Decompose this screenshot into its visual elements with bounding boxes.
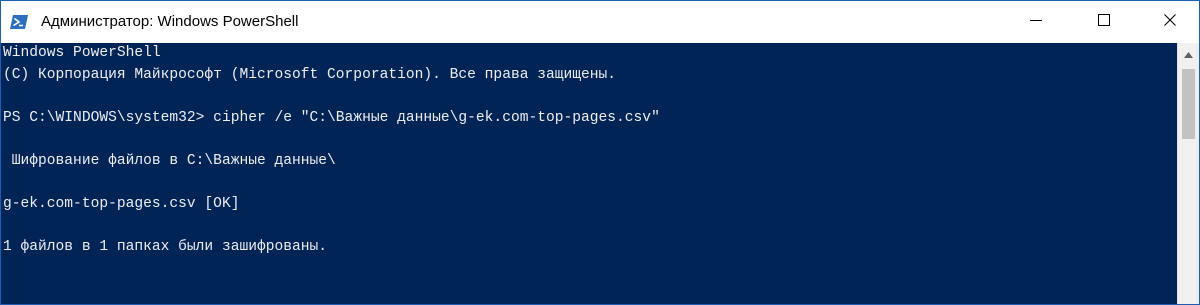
console-line: PS C:\WINDOWS\system32> cipher /e "C:\Ва… bbox=[3, 109, 660, 126]
console-output[interactable]: Windows PowerShell (C) Корпорация Майкро… bbox=[1, 43, 1177, 304]
scroll-up-button[interactable] bbox=[1178, 43, 1199, 65]
scrollbar-thumb[interactable] bbox=[1182, 69, 1195, 139]
minimize-icon bbox=[1030, 13, 1042, 31]
window-title: Администратор: Windows PowerShell bbox=[41, 13, 299, 30]
title-bar[interactable]: Администратор: Windows PowerShell bbox=[1, 1, 1199, 43]
scroll-up-arrow-icon bbox=[1184, 45, 1193, 63]
console-line: g-ek.com-top-pages.csv [OK] bbox=[3, 196, 240, 213]
minimize-button[interactable] bbox=[1013, 1, 1059, 43]
powershell-window: Администратор: Windows PowerShell Window… bbox=[0, 0, 1200, 305]
console-line: (C) Корпорация Майкрософт (Microsoft Cor… bbox=[3, 66, 617, 83]
powershell-icon[interactable] bbox=[9, 12, 29, 32]
close-button[interactable] bbox=[1147, 1, 1193, 43]
close-icon bbox=[1164, 13, 1176, 31]
vertical-scrollbar[interactable] bbox=[1177, 43, 1199, 304]
console-line: Шифрование файлов в C:\Важные данные\ bbox=[3, 152, 336, 169]
console-lines: Windows PowerShell (C) Корпорация Майкро… bbox=[1, 43, 1177, 259]
maximize-icon bbox=[1098, 13, 1110, 31]
maximize-button[interactable] bbox=[1081, 1, 1127, 43]
console-line: Windows PowerShell bbox=[3, 45, 161, 61]
console-line: 1 файлов в 1 папках были зашифрованы. bbox=[3, 239, 328, 256]
